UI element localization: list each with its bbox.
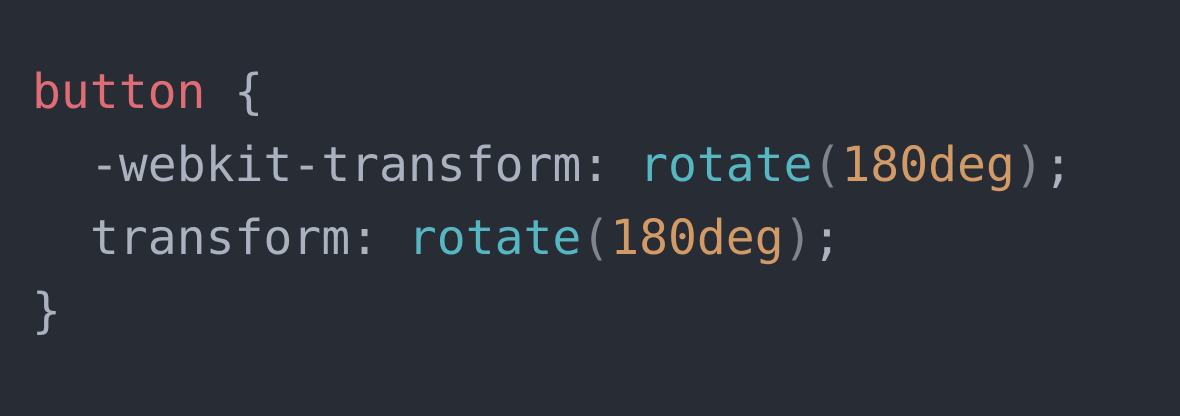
- css-value: 180deg: [841, 137, 1015, 193]
- open-paren: (: [812, 137, 842, 193]
- close-paren: ): [1014, 137, 1044, 193]
- css-function: rotate: [407, 210, 582, 266]
- colon: :: [350, 210, 379, 266]
- css-value: 180deg: [610, 210, 784, 266]
- code-line-selector: button {: [32, 56, 1180, 129]
- css-selector: button: [32, 64, 206, 120]
- code-line-close: }: [32, 275, 1180, 348]
- open-brace: {: [234, 64, 264, 120]
- code-line-declaration: -webkit-transform: rotate(180deg);: [32, 129, 1180, 202]
- css-property: -webkit-transform: [90, 137, 582, 193]
- code-line-declaration: transform: rotate(180deg);: [32, 202, 1180, 275]
- colon: :: [581, 137, 611, 193]
- semicolon: ;: [812, 210, 842, 266]
- close-paren: ): [783, 210, 813, 266]
- css-function: rotate: [639, 137, 813, 193]
- open-paren: (: [581, 210, 611, 266]
- semicolon: ;: [1043, 137, 1073, 193]
- close-brace: }: [32, 283, 61, 339]
- css-property: transform: [90, 210, 351, 266]
- code-block: button {-webkit-transform: rotate(180deg…: [0, 0, 1180, 416]
